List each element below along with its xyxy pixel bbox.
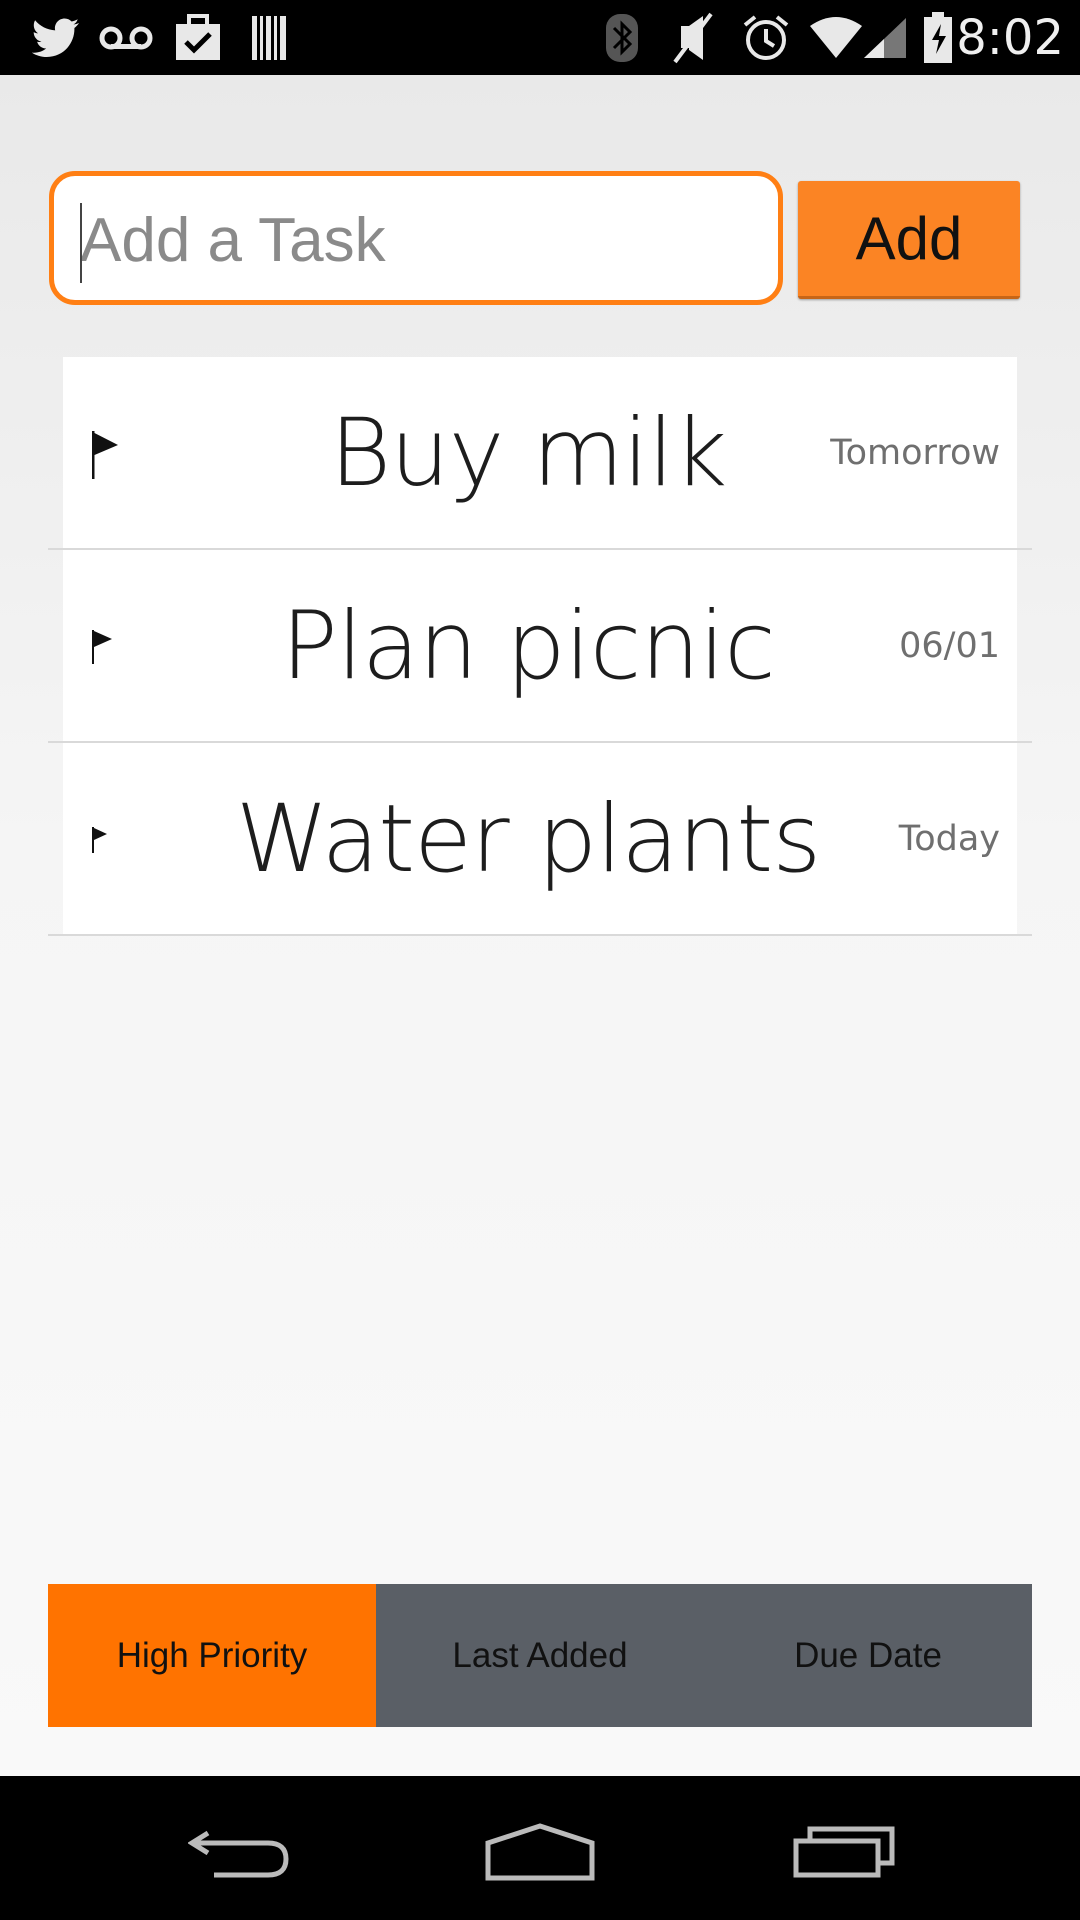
status-bar: 8:02 <box>0 0 1080 75</box>
tab-high-priority[interactable]: High Priority <box>48 1584 376 1727</box>
app-content: Add Buy milk Tomorrow Plan picnic 06/01 <box>0 75 1080 1776</box>
task-input[interactable] <box>80 194 740 286</box>
task-title: Plan picnic <box>281 592 776 701</box>
task-due-date: Today <box>898 819 1000 859</box>
signal-icon <box>860 10 910 66</box>
text-cursor <box>80 203 82 283</box>
add-button[interactable]: Add <box>798 181 1020 299</box>
task-title: Buy milk <box>329 399 728 508</box>
task-row[interactable]: Plan picnic 06/01 <box>48 550 1032 743</box>
recent-apps-icon[interactable] <box>784 1820 904 1884</box>
flag-icon[interactable] <box>92 827 110 858</box>
voicemail-icon <box>96 10 156 66</box>
battery-charging-icon <box>918 10 958 66</box>
home-icon[interactable] <box>480 1820 600 1884</box>
tab-due-date[interactable]: Due Date <box>704 1584 1032 1727</box>
task-row[interactable]: Buy milk Tomorrow <box>48 357 1032 550</box>
back-icon[interactable] <box>180 1820 300 1884</box>
wifi-icon <box>808 10 864 66</box>
twitter-icon <box>28 10 84 66</box>
clock-time: 8:02 <box>956 10 1064 66</box>
navigation-bar <box>0 1776 1080 1920</box>
task-title: Water plants <box>235 785 822 894</box>
alarm-icon <box>738 10 794 66</box>
mute-icon <box>668 10 718 66</box>
divider <box>48 934 1032 936</box>
bluetooth-icon <box>600 10 644 66</box>
sort-tab-bar: High Priority Last Added Due Date <box>48 1584 1032 1727</box>
tab-last-added[interactable]: Last Added <box>376 1584 704 1727</box>
flag-icon[interactable] <box>92 431 120 484</box>
task-due-date: 06/01 <box>899 626 1000 666</box>
task-row[interactable]: Water plants Today <box>48 743 1032 936</box>
bag-check-icon <box>170 10 226 66</box>
task-input-container[interactable] <box>49 171 783 305</box>
barcode-icon <box>248 10 292 66</box>
task-due-date: Tomorrow <box>830 433 1000 473</box>
task-list: Buy milk Tomorrow Plan picnic 06/01 Wate… <box>48 357 1032 936</box>
flag-icon[interactable] <box>92 630 114 669</box>
